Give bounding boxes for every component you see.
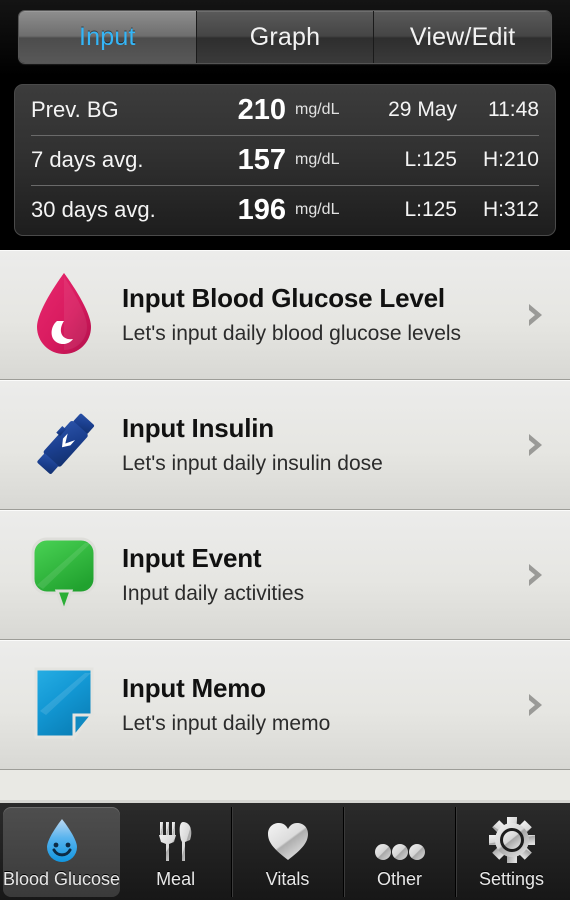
segmented-control: Input Graph View/Edit xyxy=(18,10,552,64)
bottom-tab-label: Meal xyxy=(156,869,196,889)
app-root: Input Graph View/Edit Prev. BG 210 mg/dL… xyxy=(0,0,570,900)
menu-item-text: Input Insulin Let's input daily insulin … xyxy=(110,414,516,475)
stat-row-prev-bg: Prev. BG 210 mg/dL 29 May 11:48 xyxy=(15,85,555,135)
tab-view-edit[interactable]: View/Edit xyxy=(374,11,551,63)
tab-graph-label: Graph xyxy=(249,22,321,51)
tab-graph[interactable]: Graph xyxy=(196,11,375,63)
stat-value: 196 xyxy=(237,193,286,226)
menu-item-text: Input Event Input daily activities xyxy=(110,544,516,605)
stat-extra: L:125 H:312 xyxy=(404,198,539,222)
stat-row-7-day-avg: 7 days avg. 157 mg/dL L:125 H:210 xyxy=(15,135,555,185)
stat-unit: mg/dL xyxy=(295,101,340,118)
bottom-tab-other[interactable]: Other xyxy=(344,807,457,897)
menu-item-blood-glucose[interactable]: Input Blood Glucose Level Let's input da… xyxy=(0,250,570,380)
menu-item-memo[interactable]: Input Memo Let's input daily memo xyxy=(0,640,570,770)
menu-list: Input Blood Glucose Level Let's input da… xyxy=(0,250,570,800)
three-dots-icon xyxy=(374,814,426,864)
tab-input[interactable]: Input xyxy=(19,11,197,63)
stat-high: H:312 xyxy=(482,198,539,221)
stat-unit: mg/dL xyxy=(295,201,340,218)
chevron-right-icon xyxy=(516,561,556,589)
speech-bubble-icon xyxy=(18,533,110,617)
stat-label: 30 days avg. xyxy=(31,197,156,222)
menu-item-insulin[interactable]: Input Insulin Let's input daily insulin … xyxy=(0,380,570,510)
bottom-tab-meal[interactable]: Meal xyxy=(120,807,233,897)
menu-item-event[interactable]: Input Event Input daily activities xyxy=(0,510,570,640)
chevron-right-icon xyxy=(516,301,556,329)
menu-item-title: Input Insulin xyxy=(122,413,274,444)
stat-extra: L:125 H:210 xyxy=(404,148,539,172)
gear-icon xyxy=(488,814,536,864)
menu-item-subtitle: Input daily activities xyxy=(122,581,305,605)
bottom-tab-settings[interactable]: Settings xyxy=(456,807,567,897)
menu-item-subtitle: Let's input daily memo xyxy=(122,711,331,735)
bottom-tab-bar: Blood Glucose Meal Vitals Other Settings xyxy=(0,800,570,900)
chevron-right-icon xyxy=(516,431,556,459)
menu-item-text: Input Memo Let's input daily memo xyxy=(110,674,516,735)
stat-high: H:210 xyxy=(482,148,539,171)
stat-label: 7 days avg. xyxy=(31,147,144,172)
stat-value: 210 xyxy=(237,93,286,126)
insulin-pen-icon xyxy=(18,402,110,488)
top-tab-bar: Input Graph View/Edit xyxy=(0,0,570,76)
stat-low: L:125 xyxy=(404,148,457,171)
bottom-tab-vitals[interactable]: Vitals xyxy=(232,807,345,897)
stat-unit: mg/dL xyxy=(295,151,340,168)
stats-panel-container: Prev. BG 210 mg/dL 29 May 11:48 7 days a… xyxy=(0,76,570,250)
bottom-tab-label: Settings xyxy=(479,869,545,889)
chevron-right-icon xyxy=(516,691,556,719)
menu-item-title: Input Event xyxy=(122,543,262,574)
memo-page-icon xyxy=(18,663,110,747)
menu-item-text: Input Blood Glucose Level Let's input da… xyxy=(110,284,516,345)
menu-item-title: Input Blood Glucose Level xyxy=(122,283,445,314)
stat-low: L:125 xyxy=(404,198,457,221)
fork-knife-icon xyxy=(155,814,197,864)
tab-view-edit-label: View/Edit xyxy=(409,22,516,51)
stat-extra: 29 May 11:48 xyxy=(388,98,539,122)
stat-label: Prev. BG xyxy=(31,97,119,122)
bottom-tab-label: Blood Glucose xyxy=(3,869,121,889)
stats-panel: Prev. BG 210 mg/dL 29 May 11:48 7 days a… xyxy=(14,84,556,236)
bottom-tab-label: Vitals xyxy=(265,869,310,889)
heart-icon xyxy=(265,814,311,864)
menu-item-subtitle: Let's input daily insulin dose xyxy=(122,451,383,475)
blood-drop-icon xyxy=(18,269,110,361)
menu-item-subtitle: Let's input daily blood glucose levels xyxy=(122,321,462,345)
bottom-tab-blood-glucose[interactable]: Blood Glucose xyxy=(3,807,121,897)
smiley-droplet-icon xyxy=(42,814,82,864)
menu-item-title: Input Memo xyxy=(122,673,266,704)
stat-time: 11:48 xyxy=(488,98,539,121)
stat-date: 29 May xyxy=(388,98,457,121)
bottom-tab-label: Other xyxy=(377,869,423,889)
stat-row-30-day-avg: 30 days avg. 196 mg/dL L:125 H:312 xyxy=(15,185,555,235)
stat-value: 157 xyxy=(237,143,286,176)
tab-input-label: Input xyxy=(79,22,136,51)
